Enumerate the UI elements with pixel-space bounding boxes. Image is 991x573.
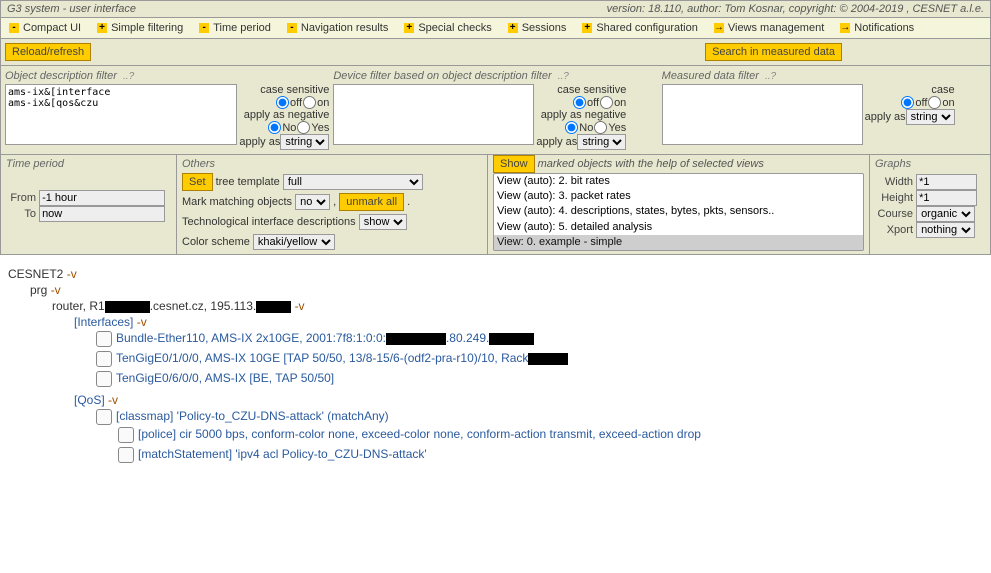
case-off-radio[interactable] [276, 96, 289, 109]
checkbox[interactable] [96, 351, 112, 367]
case-off-radio[interactable] [901, 96, 914, 109]
controls-row: Time period From To Others Set tree temp… [0, 155, 991, 255]
tree-node[interactable]: [Interfaces] [74, 315, 133, 329]
graph-course-select[interactable]: organic [916, 206, 975, 222]
tree-node[interactable]: TenGigE0/6/0/0, AMS-IX [BE, TAP 50/50] [116, 371, 334, 385]
minus-icon: - [287, 23, 297, 33]
tech-desc-select[interactable]: show [359, 214, 407, 230]
collapse-link[interactable]: -v [67, 267, 77, 281]
minus-icon: - [199, 23, 209, 33]
minus-icon: - [9, 23, 19, 33]
checkbox[interactable] [96, 409, 112, 425]
show-button[interactable]: Show [493, 155, 535, 173]
case-on-radio[interactable] [303, 96, 316, 109]
tree-node[interactable]: [QoS] [74, 393, 105, 407]
collapse-link[interactable]: -v [51, 283, 61, 297]
tree-template-select[interactable]: full [283, 174, 423, 190]
menu-special-checks[interactable]: +Special checks [396, 20, 499, 36]
reload-button[interactable]: Reload/refresh [5, 43, 91, 61]
others-panel: Others Set tree template full Mark match… [177, 155, 488, 254]
checkbox[interactable] [118, 447, 134, 463]
tree-node[interactable]: [matchStatement] 'ipv4 acl Policy-to_CZU… [138, 447, 427, 461]
unmark-all-button[interactable]: unmark all [339, 193, 404, 211]
plus-icon: + [97, 23, 107, 33]
color-scheme-select[interactable]: khaki/yellow [253, 234, 335, 250]
neg-yes-radio[interactable] [297, 121, 310, 134]
graph-width-input[interactable] [916, 174, 977, 190]
case-off-radio[interactable] [573, 96, 586, 109]
filters-row: Object description filter ..? ams-ix&[in… [0, 66, 991, 155]
time-period-panel: Time period From To [1, 155, 177, 254]
header: G3 system - user interface version: 18.1… [0, 0, 991, 18]
views-panel: Show marked objects with the help of sel… [488, 155, 870, 254]
from-input[interactable] [39, 190, 165, 206]
apply-as-select[interactable]: string [577, 134, 626, 150]
mark-select[interactable]: no [295, 194, 330, 210]
tree-node[interactable]: TenGigE0/1/0/0, AMS-IX 10GE [TAP 50/50, … [116, 351, 568, 365]
menu-simple-filtering[interactable]: +Simple filtering [89, 20, 191, 36]
neg-no-radio[interactable] [565, 121, 578, 134]
measured-data-filter: Measured data filter ..? case off on app… [662, 68, 986, 150]
menu-notifications[interactable]: →Notifications [832, 20, 922, 36]
arrow-icon: → [840, 23, 850, 33]
apply-as-select[interactable]: string [906, 109, 955, 125]
graph-height-input[interactable] [916, 190, 977, 206]
menu-compact-ui[interactable]: -Compact UI [1, 20, 89, 36]
plus-icon: + [508, 23, 518, 33]
tree-node[interactable]: [classmap] 'Policy-to_CZU-DNS-attack' (m… [116, 409, 389, 423]
object-filter: Object description filter ..? ams-ix&[in… [5, 68, 329, 150]
measured-data-opts: case off on apply as string [865, 84, 955, 125]
menu-sessions[interactable]: +Sessions [500, 20, 575, 36]
object-filter-opts: case sensitive off on apply as negative … [239, 84, 329, 150]
menu-time-period[interactable]: -Time period [191, 20, 279, 36]
help-icon[interactable]: ..? [765, 71, 776, 82]
collapse-link[interactable]: -v [108, 393, 118, 407]
graph-xport-select[interactable]: nothing [916, 222, 975, 238]
plus-icon: + [404, 23, 414, 33]
measured-data-input[interactable] [662, 84, 863, 145]
case-on-radio[interactable] [928, 96, 941, 109]
object-filter-input[interactable]: ams-ix&[interface ams-ix&[qos&czu [5, 84, 237, 145]
checkbox[interactable] [118, 427, 134, 443]
menu-views-management[interactable]: →Views management [706, 20, 832, 36]
device-filter-opts: case sensitive off on apply as negative … [536, 84, 626, 150]
views-select[interactable]: View (auto): 2. bit rates View (auto): 3… [493, 173, 864, 251]
case-on-radio[interactable] [600, 96, 613, 109]
help-icon[interactable]: ..? [558, 71, 569, 82]
to-input[interactable] [39, 206, 165, 222]
results-tree: CESNET2 -v prg -v router, R1.cesnet.cz, … [0, 255, 991, 485]
checkbox[interactable] [96, 331, 112, 347]
device-filter-input[interactable] [333, 84, 534, 145]
arrow-icon: → [714, 23, 724, 33]
search-button[interactable]: Search in measured data [705, 43, 842, 61]
tree-node[interactable]: router, R1.cesnet.cz, 195.113. [52, 299, 291, 313]
tree-node[interactable]: [police] cir 5000 bps, conform-color non… [138, 427, 701, 441]
set-button[interactable]: Set [182, 173, 213, 191]
collapse-link[interactable]: -v [137, 315, 147, 329]
neg-yes-radio[interactable] [594, 121, 607, 134]
collapse-link[interactable]: -v [295, 299, 305, 313]
app-title: G3 system - user interface [7, 3, 136, 15]
plus-icon: + [582, 23, 592, 33]
device-filter: Device filter based on object descriptio… [333, 68, 657, 150]
neg-no-radio[interactable] [268, 121, 281, 134]
help-icon[interactable]: ..? [123, 71, 134, 82]
action-bar: Reload/refresh Search in measured data [0, 39, 991, 66]
tree-node[interactable]: prg [30, 283, 47, 297]
apply-as-select[interactable]: string [280, 134, 329, 150]
tree-node[interactable]: CESNET2 [8, 267, 63, 281]
checkbox[interactable] [96, 371, 112, 387]
version-text: version: 18.110, author: Tom Kosnar, cop… [607, 3, 984, 15]
menu-navigation-results[interactable]: -Navigation results [279, 20, 396, 36]
tree-node[interactable]: Bundle-Ether110, AMS-IX 2x10GE, 2001:7f8… [116, 331, 534, 345]
graphs-panel: Graphs Width Height Course organic Xport… [870, 155, 990, 254]
menubar: -Compact UI +Simple filtering -Time peri… [0, 18, 991, 39]
menu-shared-config[interactable]: +Shared configuration [574, 20, 706, 36]
